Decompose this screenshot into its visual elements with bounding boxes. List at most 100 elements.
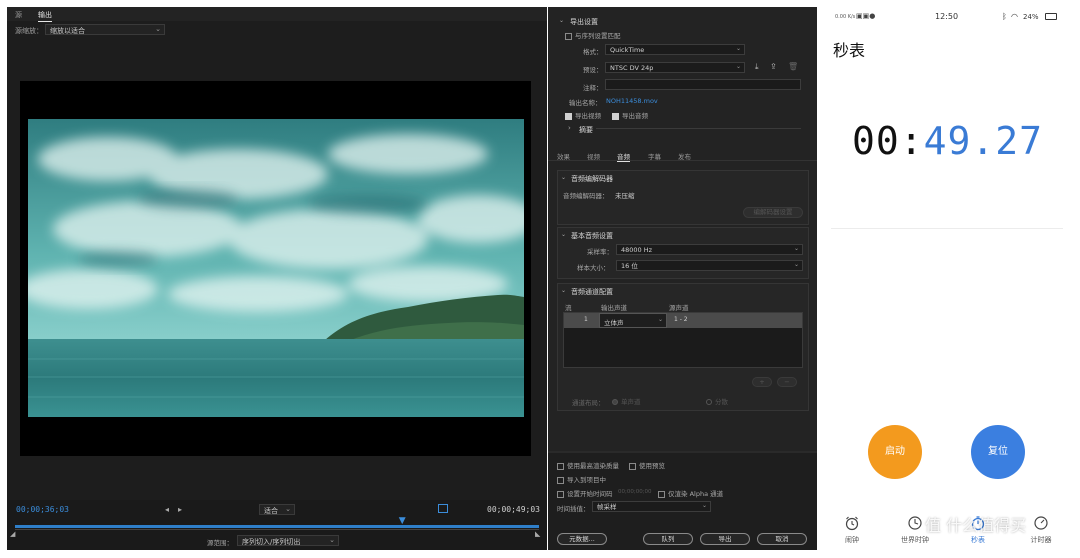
tab-captions[interactable]: 字幕 [648, 151, 661, 161]
render-alpha-checkbox[interactable]: 仅渲染 Alpha 通道 [658, 488, 723, 498]
tab-source[interactable]: 源 [15, 10, 22, 20]
range-start-icon[interactable]: ◢ [10, 530, 15, 538]
output-channel-dropdown[interactable]: 立体声 ⌄ [599, 313, 667, 328]
metadata-button[interactable]: 元数据... [557, 533, 607, 545]
expand-right-icon[interactable]: › [568, 124, 571, 132]
queue-button[interactable]: 队列 [643, 533, 693, 545]
match-sequence-label: 与序列设置匹配 [575, 32, 621, 40]
codec-settings-button[interactable]: 编解码器设置 [743, 207, 803, 218]
layout-discrete-radio[interactable]: 分散 [706, 396, 728, 406]
wifi-icon: ◠ [1011, 12, 1018, 21]
chevron-down-icon: ⌄ [735, 45, 741, 52]
source-range-value: 序列切入/序列切出 [242, 538, 301, 546]
sample-rate-dropdown[interactable]: 48000 Hz ⌄ [616, 244, 803, 255]
sample-size-label: 样本大小： [577, 264, 610, 272]
fit-dropdown[interactable]: 适合 ⌄ [259, 504, 295, 515]
max-render-quality-checkbox[interactable]: 使用最高渲染质量 [557, 460, 619, 470]
import-into-project-checkbox[interactable]: 导入到项目中 [557, 474, 606, 484]
export-button[interactable]: 导出 [700, 533, 750, 545]
row-stream: 1 [584, 316, 588, 323]
col-stream: 流 [565, 304, 572, 312]
time-minutes: 00: [851, 119, 924, 163]
range-end-icon[interactable]: ◣ [535, 530, 540, 538]
mark-in-icon[interactable]: ◂ [165, 505, 169, 514]
checkbox-icon [557, 462, 564, 470]
source-range-dropdown[interactable]: 序列切入/序列切出 ⌄ [237, 535, 339, 546]
mark-out-icon[interactable]: ▸ [178, 505, 182, 514]
layout-discrete-label: 分散 [715, 398, 728, 406]
watermark-logo: 值 什么值得买 [925, 516, 1027, 535]
sample-size-value: 16 位 [621, 262, 638, 270]
output-name-link[interactable]: NOH11458.mov [606, 97, 658, 105]
sample-rate-label: 采样率： [587, 248, 613, 256]
chevron-down-icon: ⌄ [793, 261, 799, 268]
collapse-arrow-icon[interactable]: ⌄ [561, 174, 566, 181]
preset-value: NTSC DV 24p [610, 64, 654, 72]
checkbox-icon [557, 490, 564, 498]
fit-value: 适合 [264, 507, 278, 515]
time-seconds: 49.27 [923, 119, 1044, 163]
export-audio-checkbox[interactable]: 导出音频 [612, 110, 648, 120]
chevron-down-icon: ⌄ [329, 536, 335, 544]
aspect-correction-icon[interactable] [438, 504, 448, 513]
use-previews-checkbox[interactable]: 使用预览 [629, 460, 665, 470]
tab-effects[interactable]: 效果 [557, 151, 570, 161]
table-row[interactable]: 1 立体声 ⌄ 1 - 2 [564, 313, 802, 328]
summary-divider [596, 128, 801, 129]
start-button[interactable]: 启动 [868, 425, 922, 479]
preset-dropdown[interactable]: NTSC DV 24p ⌄ [605, 62, 745, 73]
channel-layout-label: 通道布局： [572, 399, 605, 407]
chevron-down-icon: ⌄ [285, 505, 291, 513]
max-render-quality-label: 使用最高渲染质量 [567, 462, 619, 470]
nav-stopwatch-label: 秒表 [971, 536, 985, 544]
playhead-icon[interactable]: ▼ [399, 516, 407, 526]
remove-channel-button[interactable]: − [777, 377, 797, 387]
time-interpolation-dropdown[interactable]: 帧采样 ⌄ [592, 501, 711, 512]
save-preset-icon[interactable]: ⤓ [755, 62, 759, 72]
tab-publish[interactable]: 发布 [678, 151, 691, 161]
divider [831, 228, 1063, 229]
tab-audio[interactable]: 音频 [617, 151, 630, 162]
alarm-clock-icon [845, 516, 859, 531]
nav-timer-label: 计时器 [1030, 536, 1052, 544]
format-value: QuickTime [610, 46, 645, 54]
current-timecode[interactable]: 00;00;36;03 [16, 505, 69, 514]
export-settings-panel: ⌄ 导出设置 与序列设置匹配 格式： QuickTime ⌄ 预设： NTSC … [548, 7, 817, 550]
scrub-track[interactable] [15, 525, 539, 528]
match-sequence-checkbox[interactable]: 与序列设置匹配 [565, 30, 621, 40]
set-start-timecode-label: 设置开始时间码 [567, 490, 613, 498]
tab-video[interactable]: 视频 [587, 151, 600, 161]
export-audio-label: 导出音频 [622, 112, 648, 120]
collapse-arrow-icon[interactable]: ⌄ [561, 231, 566, 238]
reset-button[interactable]: 复位 [971, 425, 1025, 479]
import-preset-icon[interactable]: ⇪ [770, 62, 777, 71]
set-start-timecode-checkbox[interactable]: 设置开始时间码 [557, 488, 613, 498]
time-interpolation-value: 帧采样 [597, 503, 617, 511]
delete-preset-icon[interactable]: 🗑 [788, 62, 798, 71]
sample-size-dropdown[interactable]: 16 位 ⌄ [616, 260, 803, 271]
checkbox-checked-icon [565, 112, 572, 120]
add-channel-button[interactable]: + [752, 377, 772, 387]
nav-alarm[interactable]: 闹钟 [832, 515, 872, 545]
expand-arrow-icon[interactable]: ⌄ [559, 17, 564, 24]
notification-icons: ▣▣● [856, 12, 876, 20]
monitor-tab-bar: 源 输出 [7, 7, 547, 22]
start-timecode-field[interactable]: 00;00;00;00 [618, 489, 652, 495]
col-source-channel: 源声道 [669, 304, 689, 312]
status-time: 12:50 [935, 12, 959, 21]
export-video-checkbox[interactable]: 导出视频 [565, 110, 601, 120]
cancel-button[interactable]: 取消 [757, 533, 807, 545]
bluetooth-icon: ᛒ [1002, 12, 1007, 21]
format-dropdown[interactable]: QuickTime ⌄ [605, 44, 745, 55]
source-scale-value: 缩放以适合 [50, 27, 85, 35]
layout-mono-radio[interactable]: 单声道 [612, 396, 641, 406]
source-scale-dropdown[interactable]: 缩放以适合 ⌄ [45, 24, 165, 35]
battery-icon [1045, 13, 1057, 20]
layout-mono-label: 单声道 [621, 398, 641, 406]
tab-output[interactable]: 输出 [38, 10, 52, 22]
comment-input[interactable] [605, 79, 801, 90]
summary-label[interactable]: 摘要 [579, 125, 593, 135]
page-title: 秒表 [833, 41, 866, 60]
collapse-arrow-icon[interactable]: ⌄ [561, 287, 566, 294]
nav-world-clock-label: 世界时钟 [901, 536, 929, 544]
